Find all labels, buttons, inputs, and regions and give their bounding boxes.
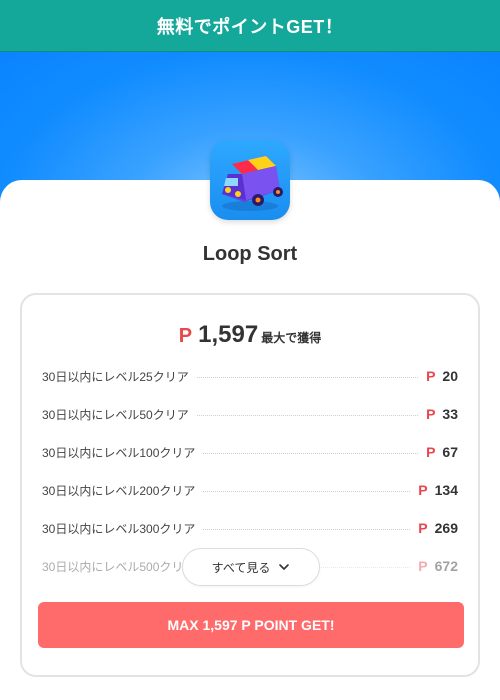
reward-label: 30日以内にレベル50クリア [42,407,189,422]
reward-points: 33 [442,406,458,422]
reward-points: 20 [442,368,458,384]
reward-label: 30日以内にレベル200クリア [42,483,196,498]
reward-label: 30日以内にレベル25クリア [42,369,189,384]
reward-points: 134 [434,482,458,498]
reward-label: 30日以内にレベル300クリア [42,521,196,536]
reward-row: 30日以内にレベル300クリア P 269 [42,518,458,538]
reward-label: 30日以内にレベル100クリア [42,445,196,460]
points-symbol: P [418,482,428,498]
reward-label: 30日以内にレベル500クリア [42,559,196,574]
total-points-value: 1,597 [198,321,259,348]
reward-points: 269 [434,520,458,536]
reward-row: 30日以内にレベル50クリア P 33 [42,404,458,424]
dotted-leader [196,376,419,378]
dotted-leader [203,528,411,530]
reward-row: 30日以内にレベル200クリア P 134 [42,480,458,500]
points-symbol: P [418,558,428,574]
reward-points: 67 [442,444,458,460]
dotted-leader [203,452,419,454]
header-title: 無料でポイントGET！ [156,16,344,37]
page-header: 無料でポイントGET！ [0,0,500,52]
points-symbol: P [426,406,436,422]
points-symbol: P [426,444,436,460]
points-symbol: P [426,368,436,384]
reward-points: 672 [434,558,458,574]
chevron-down-icon [279,564,290,570]
toy-van-icon [222,156,283,211]
points-symbol: P [178,325,193,347]
total-points: P 1,597 最大で獲得 [22,321,478,349]
see-all-label: すべて見る [211,560,271,575]
reward-row: 30日以内にレベル100クリア P 67 [42,442,458,462]
dotted-leader [196,414,419,416]
app-title: Loop Sort [202,243,298,265]
reward-card: P 1,597 最大で獲得 30日以内にレベル25クリア P 20 30日以内にレベ… [20,293,480,677]
app-icon [210,140,290,220]
dotted-leader [203,490,411,492]
points-symbol: P [418,520,428,536]
reward-row: 30日以内にレベル25クリア P 20 [42,366,458,386]
get-points-button[interactable]: MAX 1,597 P POINT GET! [38,602,464,648]
total-points-suffix: 最大で獲得 [261,331,322,345]
see-all-button[interactable]: すべて見る [182,548,320,586]
